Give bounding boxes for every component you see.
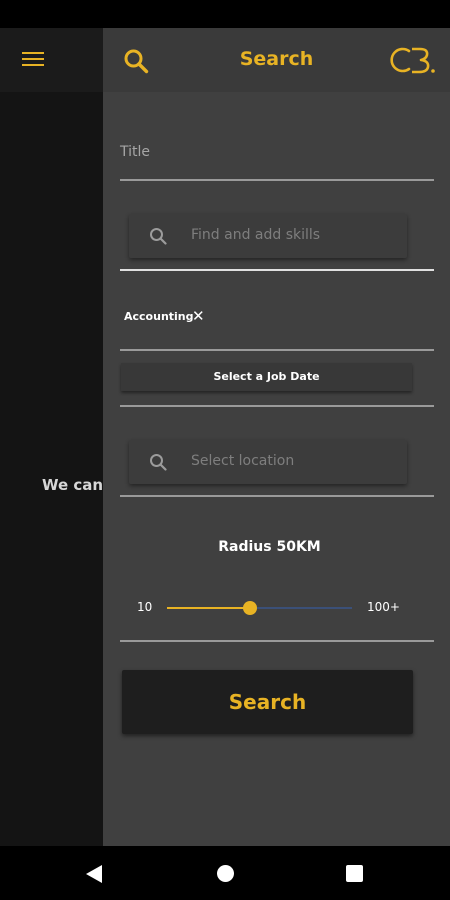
close-icon[interactable]: ✕ [192,307,205,325]
location-search-input[interactable]: Select location [129,440,407,484]
radius-slider[interactable] [167,601,352,615]
skill-chip-label: Accounting [124,310,194,323]
android-nav-bar [0,846,450,900]
chips-divider [120,349,434,351]
background-message: We can' [42,476,103,494]
search-drawer: Search Title Find and add skills Account… [103,28,450,846]
slider-thumb[interactable] [243,601,258,615]
hamburger-menu-icon[interactable] [22,52,44,68]
background-topbar [0,28,103,92]
slider-min-label: 10 [137,600,153,614]
search-icon [150,454,167,471]
radius-divider [120,640,434,642]
radius-label: Radius 50KM [218,539,321,555]
title-underline [120,179,434,181]
title-label[interactable]: Title [120,144,150,160]
cb-logo [390,47,435,74]
back-icon[interactable] [86,865,102,883]
skills-divider [120,269,434,271]
slider-fill [167,607,251,609]
recents-icon[interactable] [346,865,363,882]
date-divider [120,405,434,407]
location-placeholder: Select location [191,453,295,469]
background-screen: We can' [0,28,103,846]
location-divider [120,495,434,497]
status-bar [0,0,450,28]
search-icon [150,228,167,245]
search-button[interactable]: Search [122,670,413,734]
drawer-header: Search [103,28,450,92]
home-icon[interactable] [217,865,234,882]
skills-search-input[interactable]: Find and add skills [129,214,407,258]
slider-max-label: 100+ [367,600,400,614]
select-job-date-button[interactable]: Select a Job Date [121,363,412,391]
skills-placeholder: Find and add skills [191,227,321,243]
